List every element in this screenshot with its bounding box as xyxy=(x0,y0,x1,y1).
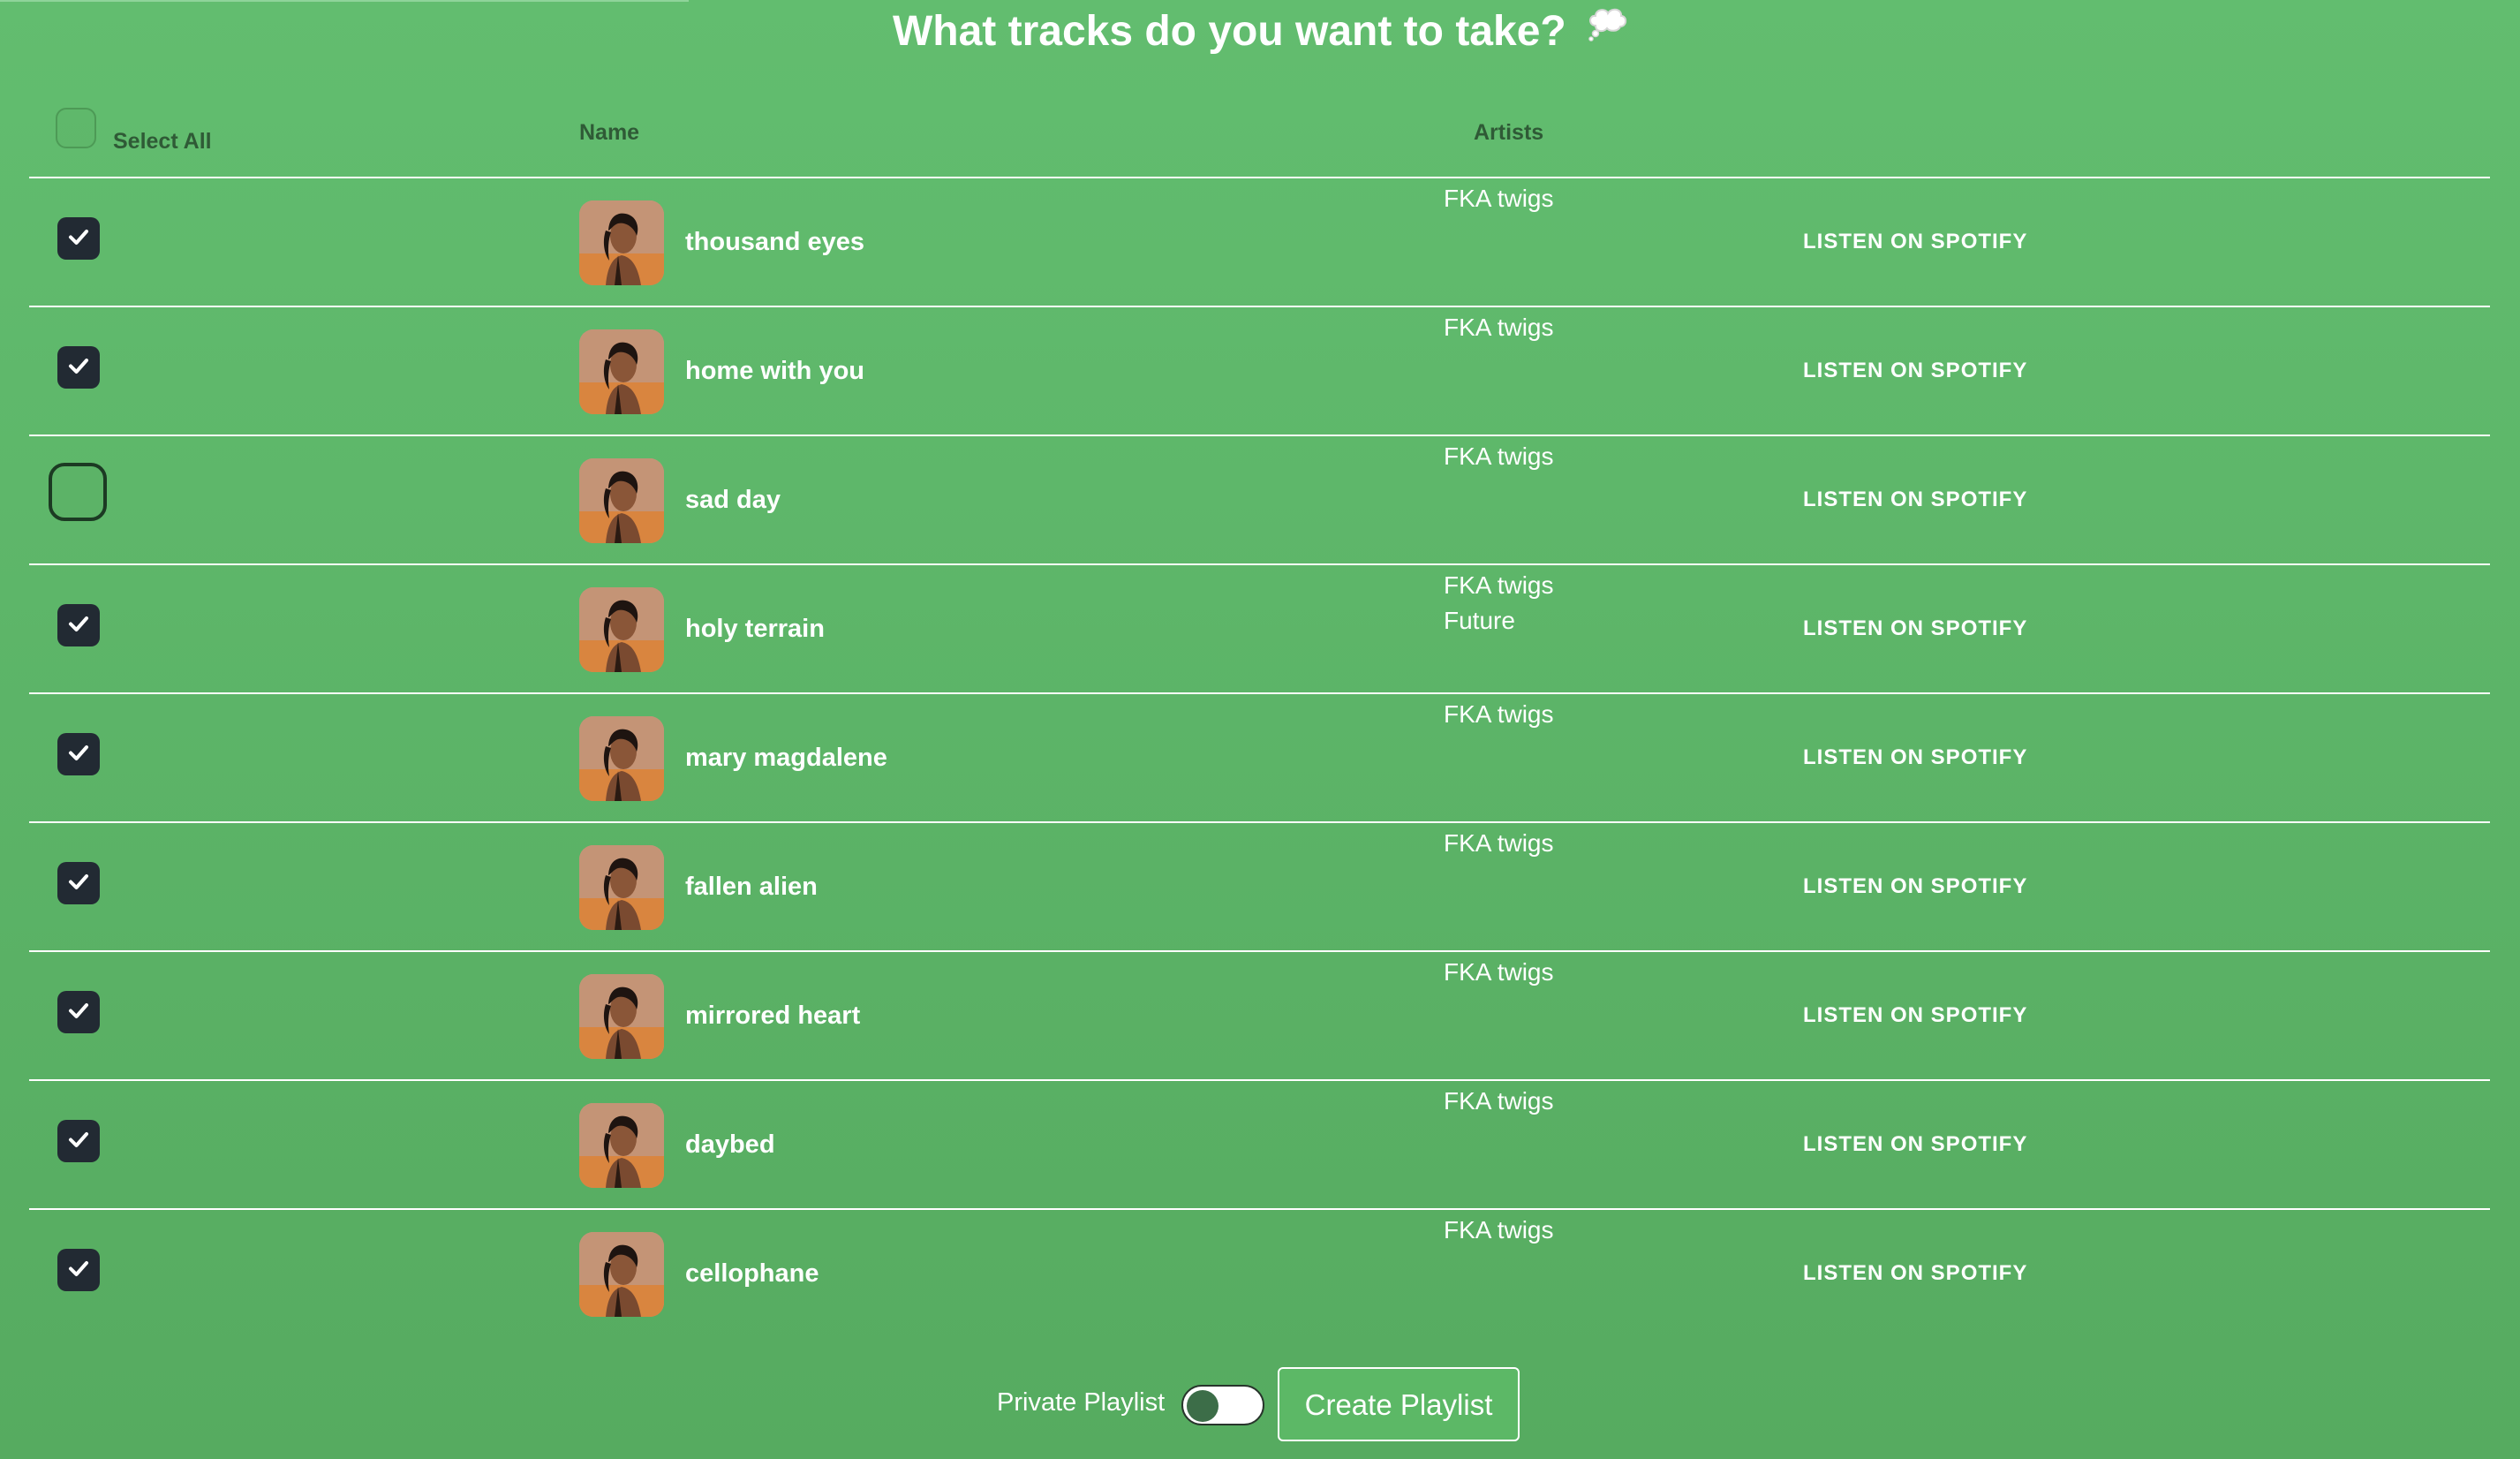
track-artists: FKA twigs xyxy=(1444,826,1553,861)
track-name: cellophane xyxy=(685,1259,819,1288)
track-artists: FKA twigs xyxy=(1444,439,1553,474)
album-cover xyxy=(579,845,664,930)
track-row: daybed FKA twigs LISTEN ON SPOTIFY xyxy=(29,1081,2490,1210)
toggle-knob xyxy=(1187,1390,1219,1422)
track-name: fallen alien xyxy=(685,873,818,901)
track-artists: FKA twigs Future xyxy=(1444,568,1553,639)
artists-column-header: Artists xyxy=(1474,120,1544,145)
checkmark-icon xyxy=(66,869,91,898)
checkmark-icon xyxy=(66,224,91,253)
artist-name: FKA twigs xyxy=(1444,571,1554,599)
album-cover xyxy=(579,1103,664,1188)
track-name: mirrored heart xyxy=(685,1002,861,1030)
checkmark-icon xyxy=(66,611,91,640)
album-cover xyxy=(579,1232,664,1317)
track-row: holy terrain FKA twigs Future LISTEN ON SPO… xyxy=(29,565,2490,694)
album-cover xyxy=(579,458,664,543)
album-cover xyxy=(579,587,664,672)
track-row: thousand eyes FKA twigs LISTEN ON SPOTIFY xyxy=(29,178,2490,307)
track-artists: FKA twigs xyxy=(1444,1213,1553,1248)
track-artists: FKA twigs xyxy=(1444,697,1553,732)
track-checkbox[interactable] xyxy=(57,1120,100,1162)
listen-on-spotify-link[interactable]: LISTEN ON SPOTIFY xyxy=(1803,230,2027,254)
select-all-label[interactable]: Select All xyxy=(113,129,212,155)
track-artists: FKA twigs xyxy=(1444,1084,1553,1119)
artist-name: FKA twigs xyxy=(1444,442,1554,470)
artist-name: FKA twigs xyxy=(1444,1216,1554,1244)
checkmark-icon xyxy=(66,740,91,769)
track-list: thousand eyes FKA twigs LISTEN ON SPOTIFY h… xyxy=(29,178,2490,1337)
playlist-footer: Private Playlist Create Playlist xyxy=(0,1367,2520,1443)
artist-name: FKA twigs xyxy=(1444,829,1554,857)
track-name: home with you xyxy=(685,357,864,385)
checkmark-icon xyxy=(66,1256,91,1285)
page-title: What tracks do you want to take? xyxy=(0,4,2520,60)
name-column-header: Name xyxy=(579,120,640,145)
album-cover xyxy=(579,716,664,801)
checkmark-icon xyxy=(66,998,91,1027)
checkmark-icon xyxy=(66,353,91,382)
listen-on-spotify-link[interactable]: LISTEN ON SPOTIFY xyxy=(1803,1261,2027,1286)
track-row: fallen alien FKA twigs LISTEN ON SPOTIFY xyxy=(29,823,2490,952)
listen-on-spotify-link[interactable]: LISTEN ON SPOTIFY xyxy=(1803,1003,2027,1028)
artist-name: FKA twigs xyxy=(1444,958,1554,986)
page-title-text: What tracks do you want to take? xyxy=(892,8,1566,55)
thought-balloon-icon xyxy=(1587,0,1627,57)
listen-on-spotify-link[interactable]: LISTEN ON SPOTIFY xyxy=(1803,1132,2027,1157)
track-row: mirrored heart FKA twigs LISTEN ON SPOTIFY xyxy=(29,952,2490,1081)
track-checkbox[interactable] xyxy=(57,733,100,775)
track-artists: FKA twigs xyxy=(1444,181,1553,216)
album-cover xyxy=(579,974,664,1059)
listen-on-spotify-link[interactable]: LISTEN ON SPOTIFY xyxy=(1803,488,2027,512)
checkmark-icon xyxy=(66,1127,91,1156)
track-artists: FKA twigs xyxy=(1444,310,1553,345)
top-edge-line xyxy=(0,0,689,2)
track-checkbox[interactable] xyxy=(57,346,100,389)
track-checkbox[interactable] xyxy=(57,1249,100,1291)
track-checkbox[interactable] xyxy=(57,217,100,260)
track-name: thousand eyes xyxy=(685,228,865,256)
track-row: cellophane FKA twigs LISTEN ON SPOTIFY xyxy=(29,1210,2490,1337)
track-row: home with you FKA twigs LISTEN ON SPOTIFY xyxy=(29,307,2490,436)
track-name: mary magdalene xyxy=(685,744,887,772)
artist-name: FKA twigs xyxy=(1444,185,1554,212)
track-checkbox[interactable] xyxy=(57,604,100,646)
track-artists: FKA twigs xyxy=(1444,955,1553,990)
track-row: sad day FKA twigs LISTEN ON SPOTIFY xyxy=(29,436,2490,565)
select-all-checkbox[interactable] xyxy=(56,108,96,148)
listen-on-spotify-link[interactable]: LISTEN ON SPOTIFY xyxy=(1803,359,2027,383)
listen-on-spotify-link[interactable]: LISTEN ON SPOTIFY xyxy=(1803,874,2027,899)
track-row: mary magdalene FKA twigs LISTEN ON SPOTIFY xyxy=(29,694,2490,823)
artist-name: FKA twigs xyxy=(1444,700,1554,728)
track-name: holy terrain xyxy=(685,615,825,643)
track-name: sad day xyxy=(685,486,781,514)
table-header: Select All Name Artists xyxy=(29,97,2490,178)
create-playlist-button[interactable]: Create Playlist xyxy=(1278,1367,1520,1441)
track-name: daybed xyxy=(685,1130,775,1159)
listen-on-spotify-link[interactable]: LISTEN ON SPOTIFY xyxy=(1803,745,2027,770)
artist-name: Future xyxy=(1444,607,1515,634)
private-playlist-toggle[interactable] xyxy=(1181,1385,1264,1425)
artist-name: FKA twigs xyxy=(1444,314,1554,341)
listen-on-spotify-link[interactable]: LISTEN ON SPOTIFY xyxy=(1803,616,2027,641)
album-cover xyxy=(579,329,664,414)
track-checkbox[interactable] xyxy=(49,463,107,521)
private-playlist-label: Private Playlist xyxy=(997,1388,1166,1417)
track-checkbox[interactable] xyxy=(57,991,100,1033)
album-cover xyxy=(579,200,664,285)
track-checkbox[interactable] xyxy=(57,862,100,904)
artist-name: FKA twigs xyxy=(1444,1087,1554,1115)
